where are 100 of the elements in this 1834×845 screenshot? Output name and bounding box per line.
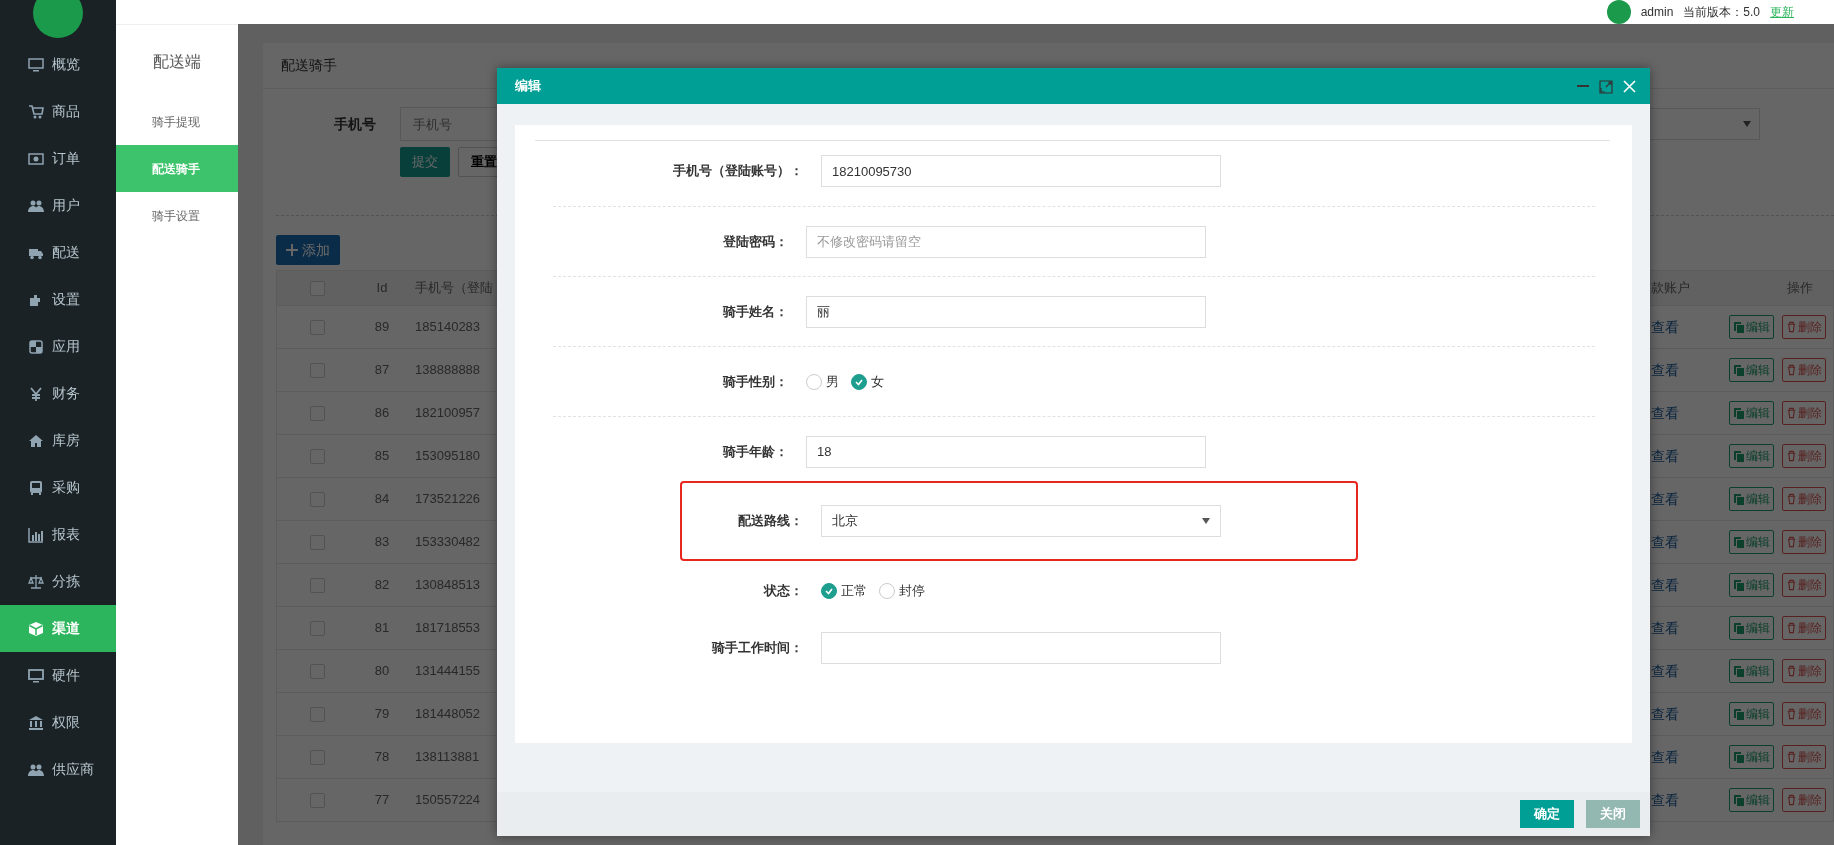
- delete-button[interactable]: 删除: [1782, 401, 1826, 425]
- subnav-item[interactable]: 骑手设置: [116, 192, 238, 239]
- radio-option[interactable]: 男: [806, 371, 839, 392]
- view-link[interactable]: 查看: [1651, 316, 1729, 338]
- sidebar-item[interactable]: 硬件: [0, 652, 116, 699]
- trash-icon: [1786, 493, 1797, 505]
- user-name[interactable]: admin: [1640, 3, 1674, 21]
- cube-icon: [28, 620, 44, 637]
- trash-icon: [1786, 665, 1797, 677]
- sidebar-item[interactable]: 分拣: [0, 558, 116, 605]
- document-icon: [1733, 622, 1745, 634]
- view-link[interactable]: 查看: [1651, 531, 1729, 553]
- radio-button[interactable]: [851, 373, 867, 390]
- view-link[interactable]: 查看: [1651, 746, 1729, 768]
- delete-button[interactable]: 删除: [1782, 702, 1826, 726]
- delete-button[interactable]: 删除: [1782, 444, 1826, 468]
- delete-button[interactable]: 删除: [1782, 788, 1826, 812]
- tiles-icon: [28, 338, 44, 355]
- sidebar-item[interactable]: 概览: [0, 41, 116, 88]
- input-field[interactable]: 18210095730: [821, 155, 1221, 187]
- bar-chart-icon: [28, 526, 44, 543]
- edit-button[interactable]: 编辑: [1729, 487, 1774, 511]
- view-link[interactable]: 查看: [1651, 445, 1729, 467]
- view-link[interactable]: 查看: [1651, 359, 1729, 381]
- sidebar-item[interactable]: 财务: [0, 370, 116, 417]
- monitor-icon: [28, 667, 44, 684]
- sidebar-item[interactable]: 供应商: [0, 746, 116, 793]
- sidebar-item[interactable]: 用户: [0, 182, 116, 229]
- sidebar-item[interactable]: 设置: [0, 276, 116, 323]
- delete-button[interactable]: 删除: [1782, 530, 1826, 554]
- field-label: 配送路线：: [737, 512, 804, 531]
- column-header: Id: [375, 279, 389, 298]
- edit-button[interactable]: 编辑: [1729, 401, 1774, 425]
- view-link[interactable]: 查看: [1651, 617, 1729, 639]
- subnav-item[interactable]: 骑手提现: [116, 98, 238, 145]
- radio-option[interactable]: 女: [851, 371, 884, 392]
- sidebar-item[interactable]: 配送: [0, 229, 116, 276]
- sidebar-item[interactable]: 库房: [0, 417, 116, 464]
- field-label: 骑手年龄：: [721, 442, 789, 461]
- input-field[interactable]: 丽: [806, 295, 1206, 328]
- sidebar-item[interactable]: 报表: [0, 511, 116, 558]
- sidebar-item[interactable]: 权限: [0, 699, 116, 746]
- edit-button[interactable]: 编辑: [1729, 358, 1774, 382]
- select-field[interactable]: 北京: [821, 505, 1221, 537]
- delete-button[interactable]: 删除: [1782, 659, 1826, 683]
- close-button[interactable]: 关闭: [1586, 800, 1640, 828]
- edit-button[interactable]: 编辑: [1729, 444, 1774, 468]
- trash-icon: [1786, 622, 1797, 634]
- input-field[interactable]: 不修改密码请留空: [806, 225, 1206, 258]
- radio-option[interactable]: 封停: [879, 581, 925, 601]
- edit-button[interactable]: 编辑: [1729, 659, 1774, 683]
- document-icon: [1733, 794, 1745, 806]
- delete-button[interactable]: 删除: [1782, 487, 1826, 511]
- table-cell-text: 80: [373, 662, 391, 681]
- view-link[interactable]: 查看: [1651, 660, 1729, 682]
- table-cell-text: 181718553: [414, 619, 482, 638]
- input-field[interactable]: 18: [806, 435, 1206, 468]
- edit-button[interactable]: 编辑: [1729, 315, 1774, 339]
- minimize-button[interactable]: [1577, 85, 1589, 87]
- delete-button[interactable]: 删除: [1782, 616, 1826, 640]
- trash-icon: [1786, 450, 1797, 462]
- view-link[interactable]: 查看: [1651, 574, 1729, 596]
- caret-icon: [1202, 518, 1210, 524]
- submit-button[interactable]: 提交: [400, 147, 450, 177]
- table-cell-text: 138888888: [414, 361, 482, 380]
- table-cell-text: 79: [373, 705, 391, 724]
- delete-button[interactable]: 删除: [1782, 745, 1826, 769]
- table-cell-text: 77: [373, 791, 391, 810]
- edit-button[interactable]: 编辑: [1729, 616, 1774, 640]
- edit-button[interactable]: 编辑: [1729, 788, 1774, 812]
- delete-button[interactable]: 删除: [1782, 358, 1826, 382]
- edit-button[interactable]: 编辑: [1729, 530, 1774, 554]
- edit-button[interactable]: 编辑: [1729, 573, 1774, 597]
- edit-button[interactable]: 编辑: [1729, 702, 1774, 726]
- confirm-button[interactable]: 确定: [1520, 800, 1574, 828]
- table-cell-text: 130848513: [414, 576, 482, 595]
- document-icon: [1733, 450, 1745, 462]
- radio-button[interactable]: [821, 583, 837, 599]
- sidebar-item[interactable]: 应用: [0, 323, 116, 370]
- radio-option[interactable]: 正常: [821, 581, 867, 601]
- sidebar-item[interactable]: 渠道: [0, 605, 116, 652]
- view-link[interactable]: 查看: [1651, 402, 1729, 424]
- radio-button[interactable]: [806, 373, 822, 390]
- add-button[interactable]: 添加: [276, 235, 340, 265]
- radio-button[interactable]: [879, 583, 895, 599]
- input-field[interactable]: [821, 632, 1221, 664]
- delete-button[interactable]: 删除: [1782, 573, 1826, 597]
- sidebar-item[interactable]: 商品: [0, 88, 116, 135]
- view-link[interactable]: 查看: [1651, 789, 1729, 811]
- view-link[interactable]: 查看: [1651, 703, 1729, 725]
- subnav-item[interactable]: 配送骑手: [116, 145, 238, 192]
- yen-icon: [28, 385, 44, 402]
- view-link[interactable]: 查看: [1651, 488, 1729, 510]
- table-cell-text: 78: [373, 748, 391, 767]
- table-cell-text: 83: [373, 533, 391, 552]
- sidebar-item[interactable]: 订单: [0, 135, 116, 182]
- delete-button[interactable]: 删除: [1782, 315, 1826, 339]
- edit-button[interactable]: 编辑: [1729, 745, 1774, 769]
- sidebar-item[interactable]: 采购: [0, 464, 116, 511]
- update-link[interactable]: 更新: [1770, 3, 1794, 21]
